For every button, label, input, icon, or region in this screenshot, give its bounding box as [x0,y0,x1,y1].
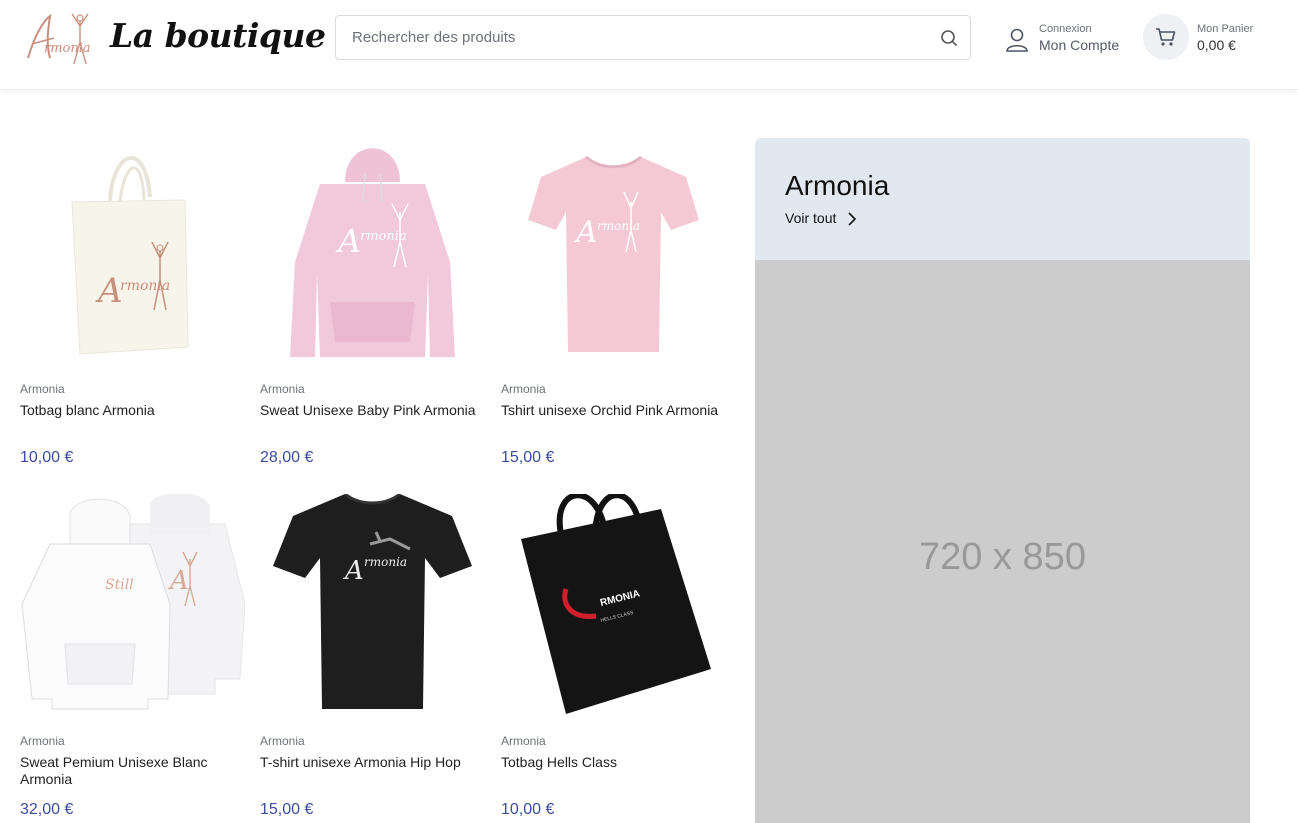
product-price: 32,00 € [20,801,74,818]
category-title: Armonia [785,170,890,201]
chevron-right-icon[interactable] [847,212,857,226]
search-icon[interactable] [940,29,958,47]
product-image-tshirt-black[interactable]: A rmonia [260,494,485,719]
product-name[interactable]: Sweat Unisexe Baby Pink Armonia [260,402,485,419]
product-category: Armonia [20,734,65,748]
placeholder-size-text: 720 x 850 [919,536,1086,578]
product-price: 28,00 € [260,449,314,466]
product-card[interactable]: A Still Armonia Sweat Pemium Unisexe Bla… [20,494,245,823]
svg-text:rmonia: rmonia [597,219,640,233]
cart-total: 0,00 € [1197,37,1236,53]
account-label: Mon Compte [1039,37,1120,53]
logo[interactable]: rmonia [20,8,100,70]
product-category: Armonia [501,382,546,396]
product-name[interactable]: T-shirt unisexe Armonia Hip Hop [260,754,485,771]
product-category: Armonia [20,382,65,396]
svg-text:A: A [95,271,123,311]
product-image-hoodie-pink[interactable]: A rmonia [260,142,485,367]
product-card[interactable]: A rmonia Armonia T-shirt unisexe Armonia… [260,494,485,823]
account-small-label: Connexion [1039,23,1092,35]
search-box [335,15,971,60]
category-banner-header: Armonia Voir tout [755,138,1250,260]
product-name[interactable]: Sweat Pemium Unisexe Blanc Armonia [20,754,245,788]
product-image-hoodie-white[interactable]: A Still [20,494,245,719]
svg-text:rmonia: rmonia [44,41,91,56]
product-price: 15,00 € [501,449,555,466]
view-all-link[interactable]: Voir tout [785,210,836,226]
product-image-tshirt-pink[interactable]: A rmonia [501,142,726,367]
cart-small-label: Mon Panier [1197,23,1254,35]
svg-text:rmonia: rmonia [364,555,407,569]
user-icon [1006,28,1028,52]
category-banner: Armonia Voir tout 720 x 850 [755,138,1250,823]
product-category: Armonia [260,734,305,748]
product-price: 10,00 € [20,449,74,466]
cart-button[interactable] [1143,14,1189,60]
product-category: Armonia [260,382,305,396]
account-link[interactable]: Connexion Mon Compte [1004,20,1129,60]
site-header: rmonia La boutique Connexion Mon Compte … [0,0,1298,90]
svg-text:A: A [335,222,361,260]
product-card[interactable]: RMONIA HELLS CLASS Armonia Totbag Hells … [501,494,726,823]
product-image-tote-bag-black[interactable]: RMONIA HELLS CLASS [501,494,726,719]
product-name[interactable]: Totbag Hells Class [501,754,726,771]
search-input[interactable] [336,16,926,59]
product-image-tote-bag-cream[interactable]: A rmonia [20,142,245,367]
product-card[interactable]: A rmonia Armonia Totbag blanc Armonia 10… [20,142,245,472]
product-card[interactable]: A rmonia Armonia Tshirt unisexe Orchid P… [501,142,726,472]
svg-text:A: A [343,556,364,586]
product-category: Armonia [501,734,546,748]
svg-text:Still: Still [105,577,134,593]
brand-title[interactable]: La boutique [110,16,326,55]
svg-text:A: A [573,215,598,250]
product-name[interactable]: Totbag blanc Armonia [20,402,245,419]
cart-icon [1156,28,1176,46]
product-price: 15,00 € [260,801,314,818]
svg-text:A: A [168,566,189,596]
banner-image-placeholder[interactable]: 720 x 850 [755,260,1250,823]
product-name[interactable]: Tshirt unisexe Orchid Pink Armonia [501,402,726,419]
cart-link[interactable]: Mon Panier 0,00 € [1143,14,1273,62]
logo-icon: rmonia [27,13,91,65]
product-card[interactable]: A rmonia Armonia Sweat Unisexe Baby Pink… [260,142,485,472]
product-price: 10,00 € [501,801,555,818]
